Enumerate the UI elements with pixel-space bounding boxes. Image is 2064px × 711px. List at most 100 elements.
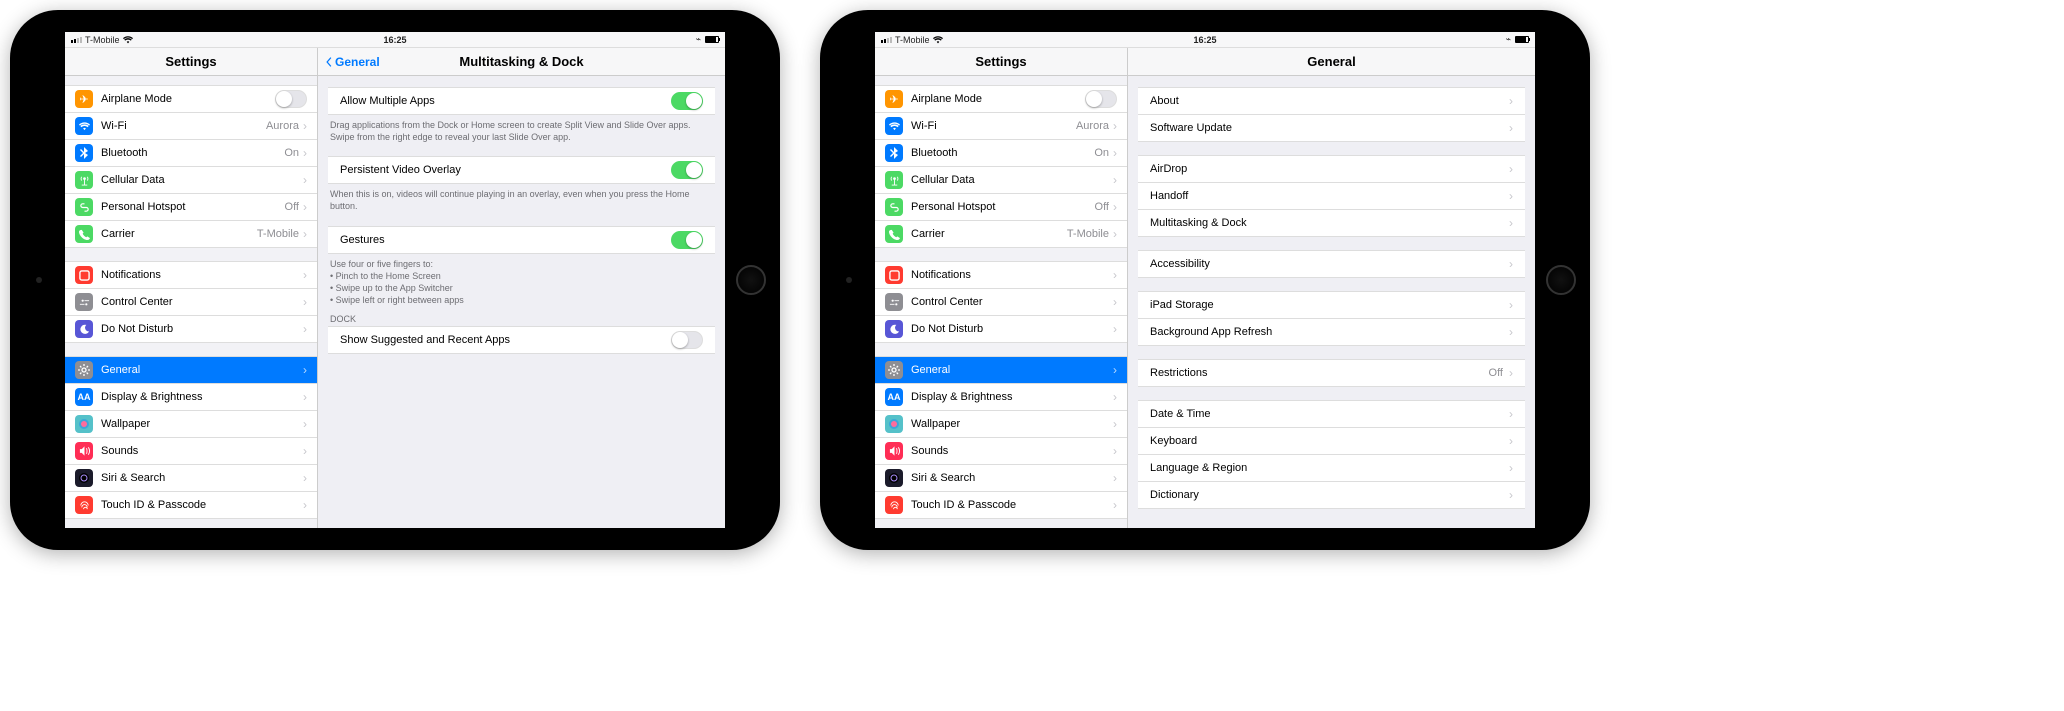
sidebar-item-siri[interactable]: Siri & Search› bbox=[875, 464, 1127, 492]
sidebar-value: Aurora bbox=[266, 120, 299, 132]
sidebar-item-controlcenter[interactable]: Control Center› bbox=[65, 288, 317, 316]
general-row[interactable]: Software Update › bbox=[1138, 114, 1525, 142]
general-row[interactable]: About › bbox=[1138, 87, 1525, 115]
sidebar-item-hotspot[interactable]: Personal HotspotOff› bbox=[875, 193, 1127, 221]
chevron-icon: › bbox=[1113, 444, 1117, 458]
row-label: Accessibility bbox=[1150, 258, 1509, 270]
chevron-icon: › bbox=[1113, 227, 1117, 241]
touchid-icon bbox=[885, 496, 903, 514]
chevron-icon: › bbox=[303, 444, 307, 458]
back-button[interactable]: General bbox=[324, 55, 380, 69]
camera-dot bbox=[846, 277, 852, 283]
sounds-icon bbox=[75, 442, 93, 460]
general-row[interactable]: Restrictions Off › bbox=[1138, 359, 1525, 387]
sidebar-item-hotspot[interactable]: Personal HotspotOff› bbox=[65, 193, 317, 221]
sidebar-item-label: Notifications bbox=[911, 269, 1113, 281]
general-icon bbox=[75, 361, 93, 379]
dnd-icon bbox=[885, 320, 903, 338]
detail-pane-left: General Multitasking & Dock Allow Multip… bbox=[318, 48, 725, 528]
setting-toggle[interactable] bbox=[671, 331, 703, 349]
chevron-icon: › bbox=[1113, 173, 1117, 187]
settings-title: Settings bbox=[165, 54, 216, 69]
general-row[interactable]: Language & Region › bbox=[1138, 454, 1525, 482]
airplane-toggle[interactable] bbox=[275, 90, 307, 108]
home-button[interactable] bbox=[1546, 265, 1576, 295]
home-button[interactable] bbox=[736, 265, 766, 295]
chevron-icon: › bbox=[1113, 471, 1117, 485]
setting-toggle[interactable] bbox=[671, 161, 703, 179]
sidebar-value: Off bbox=[285, 201, 299, 213]
sidebar-item-display[interactable]: AADisplay & Brightness› bbox=[875, 383, 1127, 411]
sidebar-item-notifications[interactable]: Notifications› bbox=[65, 261, 317, 289]
sidebar-item-touchid[interactable]: Touch ID & Passcode› bbox=[875, 491, 1127, 519]
chevron-icon: › bbox=[303, 471, 307, 485]
detail-title: Multitasking & Dock bbox=[459, 54, 583, 69]
chevron-icon: › bbox=[303, 268, 307, 282]
sidebar-item-airplane[interactable]: ✈Airplane Mode bbox=[65, 85, 317, 113]
row-label: Restrictions bbox=[1150, 367, 1489, 379]
status-bar: T-Mobile 16:25 ⌁ bbox=[875, 32, 1535, 48]
general-row[interactable]: Background App Refresh › bbox=[1138, 318, 1525, 346]
sidebar-item-notifications[interactable]: Notifications› bbox=[875, 261, 1127, 289]
sidebar-item-general[interactable]: General› bbox=[65, 356, 317, 384]
general-row[interactable]: AirDrop › bbox=[1138, 155, 1525, 183]
sidebar-item-airplane[interactable]: ✈Airplane Mode bbox=[875, 85, 1127, 113]
general-row[interactable]: Dictionary › bbox=[1138, 481, 1525, 509]
sidebar-item-wallpaper[interactable]: Wallpaper› bbox=[65, 410, 317, 438]
sidebar-item-wifi[interactable]: Wi-FiAurora› bbox=[65, 112, 317, 140]
general-row[interactable]: Handoff › bbox=[1138, 182, 1525, 210]
sidebar-item-controlcenter[interactable]: Control Center› bbox=[875, 288, 1127, 316]
sidebar-item-cellular[interactable]: Cellular Data› bbox=[65, 166, 317, 194]
chevron-icon: › bbox=[303, 498, 307, 512]
setting-toggle[interactable] bbox=[671, 92, 703, 110]
chevron-icon: › bbox=[303, 227, 307, 241]
sidebar-item-general[interactable]: General› bbox=[875, 356, 1127, 384]
sidebar-item-sounds[interactable]: Sounds› bbox=[65, 437, 317, 465]
sidebar-item-siri[interactable]: Siri & Search› bbox=[65, 464, 317, 492]
sidebar-item-cellular[interactable]: Cellular Data› bbox=[875, 166, 1127, 194]
general-row[interactable]: Keyboard › bbox=[1138, 427, 1525, 455]
touchid-icon bbox=[75, 496, 93, 514]
general-icon bbox=[885, 361, 903, 379]
general-row[interactable]: iPad Storage › bbox=[1138, 291, 1525, 319]
sidebar-item-label: Personal Hotspot bbox=[911, 201, 1095, 213]
row-label: iPad Storage bbox=[1150, 299, 1509, 311]
display-icon: AA bbox=[885, 388, 903, 406]
sidebar-item-carrier[interactable]: CarrierT-Mobile › bbox=[65, 220, 317, 248]
setting-row: Gestures bbox=[328, 226, 715, 254]
chevron-icon: › bbox=[1113, 268, 1117, 282]
settings-header: Settings bbox=[65, 48, 317, 76]
bluetooth-icon: ⌁ bbox=[696, 34, 701, 45]
sidebar-item-touchid[interactable]: Touch ID & Passcode› bbox=[65, 491, 317, 519]
sidebar-item-bluetooth[interactable]: BluetoothOn› bbox=[65, 139, 317, 167]
sidebar-item-label: Siri & Search bbox=[101, 472, 303, 484]
row-value: Off bbox=[1489, 367, 1503, 379]
sidebar-item-label: Wallpaper bbox=[101, 418, 303, 430]
sidebar-item-display[interactable]: AADisplay & Brightness› bbox=[65, 383, 317, 411]
chevron-icon: › bbox=[1113, 322, 1117, 336]
row-label: Handoff bbox=[1150, 190, 1509, 202]
chevron-icon: › bbox=[1509, 121, 1513, 135]
sidebar-item-dnd[interactable]: Do Not Disturb› bbox=[875, 315, 1127, 343]
airplane-toggle[interactable] bbox=[1085, 90, 1117, 108]
siri-icon bbox=[75, 469, 93, 487]
general-row[interactable]: Accessibility › bbox=[1138, 250, 1525, 278]
sidebar-item-wifi[interactable]: Wi-FiAurora› bbox=[875, 112, 1127, 140]
sidebar-item-dnd[interactable]: Do Not Disturb› bbox=[65, 315, 317, 343]
setting-label: Persistent Video Overlay bbox=[340, 164, 671, 176]
sidebar-item-label: Carrier bbox=[101, 228, 257, 240]
ipad-right: T-Mobile 16:25 ⌁ Settings ✈Airplane Mode… bbox=[820, 10, 1590, 550]
sidebar-item-label: Bluetooth bbox=[101, 147, 284, 159]
sidebar-item-wallpaper[interactable]: Wallpaper› bbox=[875, 410, 1127, 438]
sidebar-item-sounds[interactable]: Sounds› bbox=[875, 437, 1127, 465]
sidebar-item-carrier[interactable]: CarrierT-Mobile› bbox=[875, 220, 1127, 248]
setting-toggle[interactable] bbox=[671, 231, 703, 249]
general-row[interactable]: Date & Time › bbox=[1138, 400, 1525, 428]
chevron-icon: › bbox=[1509, 257, 1513, 271]
sidebar-item-bluetooth[interactable]: BluetoothOn› bbox=[875, 139, 1127, 167]
chevron-icon: › bbox=[303, 119, 307, 133]
setting-label: Show Suggested and Recent Apps bbox=[340, 334, 671, 346]
wallpaper-icon bbox=[885, 415, 903, 433]
sidebar-value: T-Mobile bbox=[257, 228, 299, 240]
general-row[interactable]: Multitasking & Dock › bbox=[1138, 209, 1525, 237]
